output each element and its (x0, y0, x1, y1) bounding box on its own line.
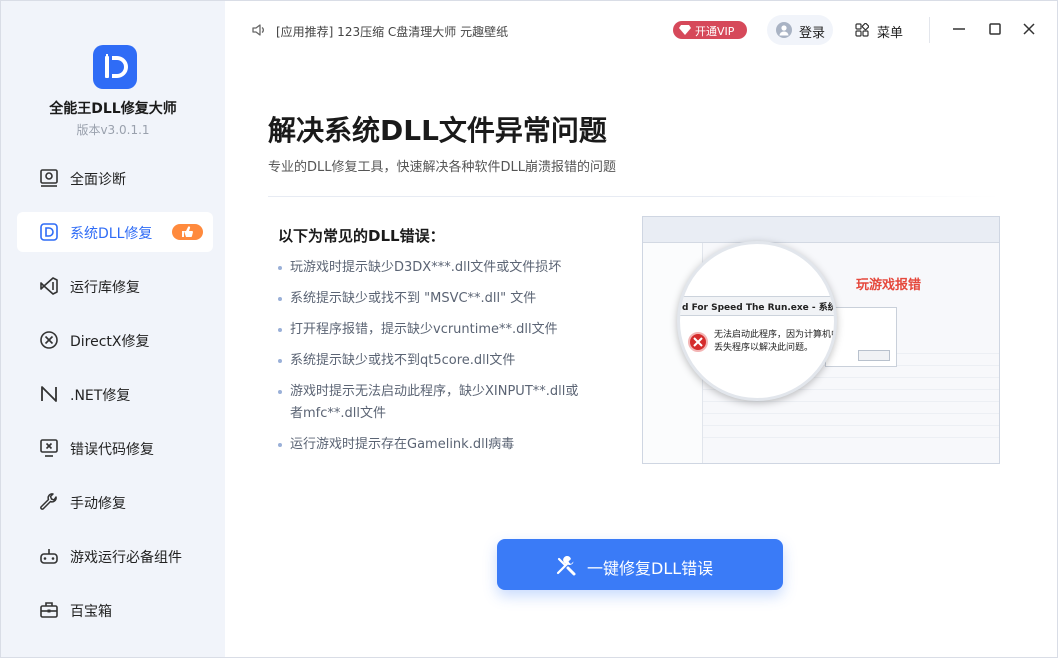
sidebar-item-label: 运行库修复 (70, 277, 140, 297)
login-label: 登录 (799, 22, 825, 41)
dialog-ok-button (858, 350, 890, 361)
fix-button-label: 一键修复DLL错误 (587, 555, 713, 579)
sidebar-item-label: 百宝箱 (70, 601, 112, 621)
dialog-title: d For Speed The Run.exe - 系统错误 (680, 296, 837, 316)
page-subtitle: 专业的DLL修复工具，快速解决各种软件DLL崩溃报错的问题 (268, 156, 616, 175)
sidebar-item-dotnet[interactable]: .NET修复 (17, 374, 213, 414)
dll-icon (39, 222, 59, 242)
sidebar-nav: 全面诊断 系统DLL修复 (17, 158, 213, 644)
errors-list: 玩游戏时提示缺少D3DX***.dll文件或文件损坏 系统提示缺少或找不到 "M… (278, 257, 588, 465)
sidebar-item-label: DirectX修复 (70, 331, 150, 351)
grid-menu-icon (855, 23, 869, 37)
diamond-icon (679, 25, 691, 35)
sidebar-item-label: 错误代码修复 (70, 439, 154, 459)
sidebar-item-runtime[interactable]: 运行库修复 (17, 266, 213, 306)
file-row (703, 437, 1000, 438)
list-item: 运行游戏时提示存在Gamelink.dll病毒 (278, 434, 588, 456)
sidebar-item-toolbox[interactable]: 百宝箱 (17, 590, 213, 630)
app-version: 版本v3.0.1.1 (1, 121, 225, 138)
magnifier: d For Speed The Run.exe - 系统错误 无法启动此程序，因… (677, 241, 837, 401)
sidebar-item-label: 游戏运行必备组件 (70, 547, 182, 567)
main-content: 解决系统DLL文件异常问题 专业的DLL修复工具，快速解决各种软件DLL崩溃报错… (225, 59, 1057, 657)
dotnet-icon (39, 384, 59, 404)
directx-icon (39, 330, 59, 350)
list-item: 系统提示缺少或找不到 "MSVC**.dll" 文件 (278, 288, 588, 310)
login-button[interactable]: 登录 (767, 15, 833, 45)
app-window: 全能王DLL修复大师 版本v3.0.1.1 全面诊断 系统DLL修复 (0, 0, 1058, 658)
wrench-icon (39, 492, 59, 512)
errors-heading: 以下为常见的DLL错误： (278, 225, 445, 246)
sidebar-item-label: 手动修复 (70, 493, 126, 513)
app-recommendation[interactable]: [应用推荐] 123压缩 C盘清理大师 元趣壁纸 (276, 23, 508, 40)
sidebar-item-manual-repair[interactable]: 手动修复 (17, 482, 213, 522)
list-item: 玩游戏时提示缺少D3DX***.dll文件或文件损坏 (278, 257, 588, 279)
gamepad-icon (39, 546, 59, 566)
one-click-fix-button[interactable]: 一键修复DLL错误 (497, 539, 783, 590)
sidebar-item-label: 全面诊断 (70, 169, 126, 189)
divider (268, 196, 1000, 197)
divider (929, 17, 930, 43)
error-code-icon (39, 438, 59, 458)
sidebar-item-label: .NET修复 (70, 385, 130, 405)
page-title: 解决系统DLL文件异常问题 (268, 109, 607, 149)
sidebar-item-dll-repair[interactable]: 系统DLL修复 (17, 212, 213, 252)
app-name: 全能王DLL修复大师 (1, 98, 225, 118)
sidebar-item-directx[interactable]: DirectX修复 (17, 320, 213, 360)
error-screenshot-illustration: 玩游戏报错 d For Speed The Run.exe - 系统错误 无法启… (642, 216, 1000, 464)
runtime-icon (39, 276, 59, 296)
sidebar-item-diagnosis[interactable]: 全面诊断 (17, 158, 213, 198)
diagnosis-icon (39, 168, 59, 188)
list-item: 系统提示缺少或找不到qt5core.dll文件 (278, 350, 588, 372)
app-logo (93, 45, 137, 89)
file-row (703, 401, 1000, 402)
thumbs-up-icon (172, 224, 203, 240)
user-icon (776, 22, 792, 38)
game-error-label: 玩游戏报错 (856, 274, 921, 293)
file-row (703, 413, 1000, 414)
file-row (703, 425, 1000, 426)
sidebar-item-game-components[interactable]: 游戏运行必备组件 (17, 536, 213, 576)
toolbox-icon (39, 600, 59, 620)
sidebar: 全能王DLL修复大师 版本v3.0.1.1 全面诊断 系统DLL修复 (1, 1, 225, 657)
x-mark-icon (693, 337, 703, 347)
top-bar: [应用推荐] 123压缩 C盘清理大师 元趣壁纸 开通VIP 登录 (225, 1, 1057, 59)
sidebar-item-error-code[interactable]: 错误代码修复 (17, 428, 213, 468)
menu-label: 菜单 (877, 22, 903, 41)
sidebar-item-label: 系统DLL修复 (70, 223, 152, 243)
vip-button[interactable]: 开通VIP (673, 21, 747, 39)
error-icon (688, 332, 708, 352)
maximize-icon[interactable] (987, 21, 1003, 37)
tools-icon (555, 555, 577, 577)
minimize-icon[interactable] (951, 21, 967, 37)
speaker-icon (251, 22, 267, 38)
logo-icon (93, 45, 137, 89)
dialog-message: 无法启动此程序，因为计算机中丢失程序以解决此问题。 (714, 329, 837, 355)
list-item: 打开程序报错，提示缺少vcruntime**.dll文件 (278, 319, 588, 341)
hot-badge (172, 224, 203, 240)
list-item: 游戏时提示无法启动此程序，缺少XINPUT**.dll或者mfc**.dll文件 (278, 381, 588, 425)
close-icon[interactable] (1021, 21, 1037, 37)
explorer-toolbar (643, 217, 1000, 243)
avatar (776, 22, 792, 38)
vip-label: 开通VIP (695, 23, 734, 39)
menu-button[interactable]: 菜单 (855, 19, 907, 41)
